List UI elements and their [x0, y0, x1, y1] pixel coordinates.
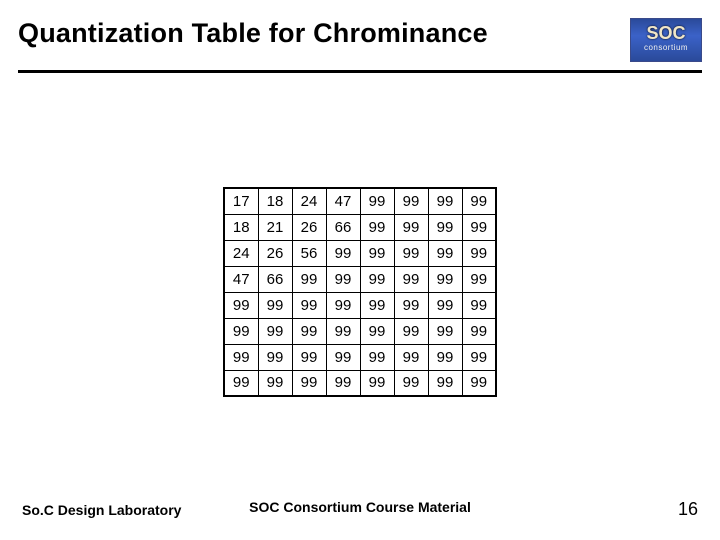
table-row: 9999999999999999 [224, 344, 496, 370]
table-cell: 99 [360, 370, 394, 396]
table-cell: 99 [428, 266, 462, 292]
table-cell: 99 [360, 240, 394, 266]
table-cell: 17 [224, 188, 258, 214]
table-cell: 99 [462, 292, 496, 318]
table-cell: 99 [394, 370, 428, 396]
table-cell: 66 [326, 214, 360, 240]
table-cell: 99 [326, 318, 360, 344]
table-cell: 99 [428, 318, 462, 344]
table-cell: 99 [292, 318, 326, 344]
page-number: 16 [678, 499, 698, 520]
table-cell: 26 [258, 240, 292, 266]
table-cell: 99 [394, 214, 428, 240]
table-cell: 99 [394, 266, 428, 292]
table-cell: 99 [394, 318, 428, 344]
table-cell: 99 [462, 240, 496, 266]
table-cell: 99 [394, 292, 428, 318]
table-cell: 99 [292, 292, 326, 318]
table-cell: 99 [360, 266, 394, 292]
table-cell: 47 [224, 266, 258, 292]
quantization-table: 1718244799999999182126669999999924265699… [223, 187, 497, 397]
table-cell: 18 [258, 188, 292, 214]
table-cell: 99 [428, 344, 462, 370]
table-cell: 99 [462, 266, 496, 292]
table-cell: 99 [360, 318, 394, 344]
table-cell: 18 [224, 214, 258, 240]
table-cell: 26 [292, 214, 326, 240]
table-cell: 99 [326, 344, 360, 370]
table-cell: 99 [258, 344, 292, 370]
table-cell: 21 [258, 214, 292, 240]
table-row: 9999999999999999 [224, 318, 496, 344]
table-row: 9999999999999999 [224, 370, 496, 396]
table-cell: 99 [428, 188, 462, 214]
table-cell: 99 [258, 370, 292, 396]
table-cell: 56 [292, 240, 326, 266]
table-cell: 99 [326, 266, 360, 292]
table-cell: 99 [428, 292, 462, 318]
table-row: 4766999999999999 [224, 266, 496, 292]
table-cell: 99 [394, 240, 428, 266]
footer-left: So.C Design Laboratory [22, 502, 181, 518]
table-cell: 99 [462, 214, 496, 240]
title-rule [18, 70, 702, 73]
table-cell: 99 [428, 214, 462, 240]
table-cell: 99 [292, 344, 326, 370]
table-row: 1718244799999999 [224, 188, 496, 214]
table-cell: 99 [360, 292, 394, 318]
table-cell: 99 [428, 240, 462, 266]
table-cell: 99 [292, 266, 326, 292]
table-cell: 99 [258, 318, 292, 344]
table-cell: 66 [258, 266, 292, 292]
table-cell: 99 [394, 188, 428, 214]
table-cell: 99 [360, 344, 394, 370]
soc-logo: SOC consortium [630, 18, 702, 62]
table-cell: 99 [360, 188, 394, 214]
table-row: 1821266699999999 [224, 214, 496, 240]
table-cell: 99 [224, 344, 258, 370]
table-row: 2426569999999999 [224, 240, 496, 266]
table-cell: 99 [326, 370, 360, 396]
table-cell: 99 [394, 344, 428, 370]
table-cell: 99 [428, 370, 462, 396]
table-cell: 99 [224, 318, 258, 344]
logo-text-bottom: consortium [644, 44, 688, 52]
table-cell: 47 [326, 188, 360, 214]
table-cell: 99 [462, 188, 496, 214]
table-cell: 99 [326, 240, 360, 266]
table-cell: 99 [224, 292, 258, 318]
table-cell: 99 [360, 214, 394, 240]
table-cell: 24 [292, 188, 326, 214]
logo-text-top: SOC [646, 24, 685, 42]
table-cell: 99 [462, 318, 496, 344]
footer-center: SOC Consortium Course Material [249, 499, 471, 515]
table-cell: 99 [326, 292, 360, 318]
table-cell: 99 [224, 370, 258, 396]
slide-title: Quantization Table for Chrominance [18, 18, 488, 49]
table-cell: 99 [462, 344, 496, 370]
table-cell: 24 [224, 240, 258, 266]
table-cell: 99 [258, 292, 292, 318]
table-cell: 99 [462, 370, 496, 396]
table-row: 9999999999999999 [224, 292, 496, 318]
table-cell: 99 [292, 370, 326, 396]
